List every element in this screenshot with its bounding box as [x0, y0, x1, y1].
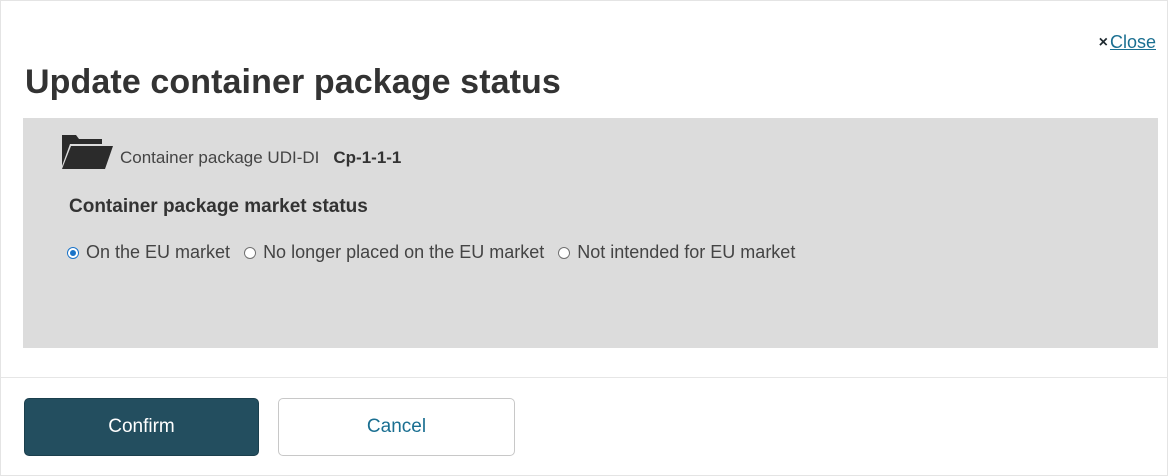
radio-option-not-intended[interactable]: Not intended for EU market — [558, 242, 795, 263]
udi-row: Container package UDI-DI Cp-1-1-1 — [60, 132, 401, 170]
radio-label: Not intended for EU market — [577, 242, 796, 262]
radio-button[interactable] — [558, 246, 571, 259]
radio-button-checked[interactable] — [67, 246, 79, 259]
radio-button[interactable] — [244, 246, 257, 259]
market-status-radio-group: On the EU market No longer placed on the… — [67, 242, 809, 263]
market-status-heading: Container package market status — [69, 196, 368, 217]
close-label[interactable]: Close — [1110, 32, 1156, 53]
folder-open-icon — [62, 135, 113, 169]
udi-label: Container package UDI-DI — [120, 148, 320, 167]
udi-value: Cp-1-1-1 — [333, 148, 402, 167]
close-button[interactable]: × Close — [1099, 32, 1156, 53]
confirm-button[interactable]: Confirm — [24, 398, 259, 456]
radio-label: On the EU market — [86, 242, 231, 262]
close-icon: × — [1098, 33, 1108, 51]
radio-option-on-eu-market[interactable]: On the EU market — [67, 242, 230, 263]
update-status-dialog: × Close Update container package status … — [0, 0, 1168, 476]
status-panel: Container package UDI-DI Cp-1-1-1 Contai… — [23, 118, 1158, 348]
radio-option-no-longer-placed[interactable]: No longer placed on the EU market — [244, 242, 544, 263]
dialog-title: Update container package status — [25, 63, 561, 101]
radio-label: No longer placed on the EU market — [263, 242, 545, 262]
footer-divider — [1, 377, 1168, 378]
cancel-button[interactable]: Cancel — [278, 398, 515, 456]
